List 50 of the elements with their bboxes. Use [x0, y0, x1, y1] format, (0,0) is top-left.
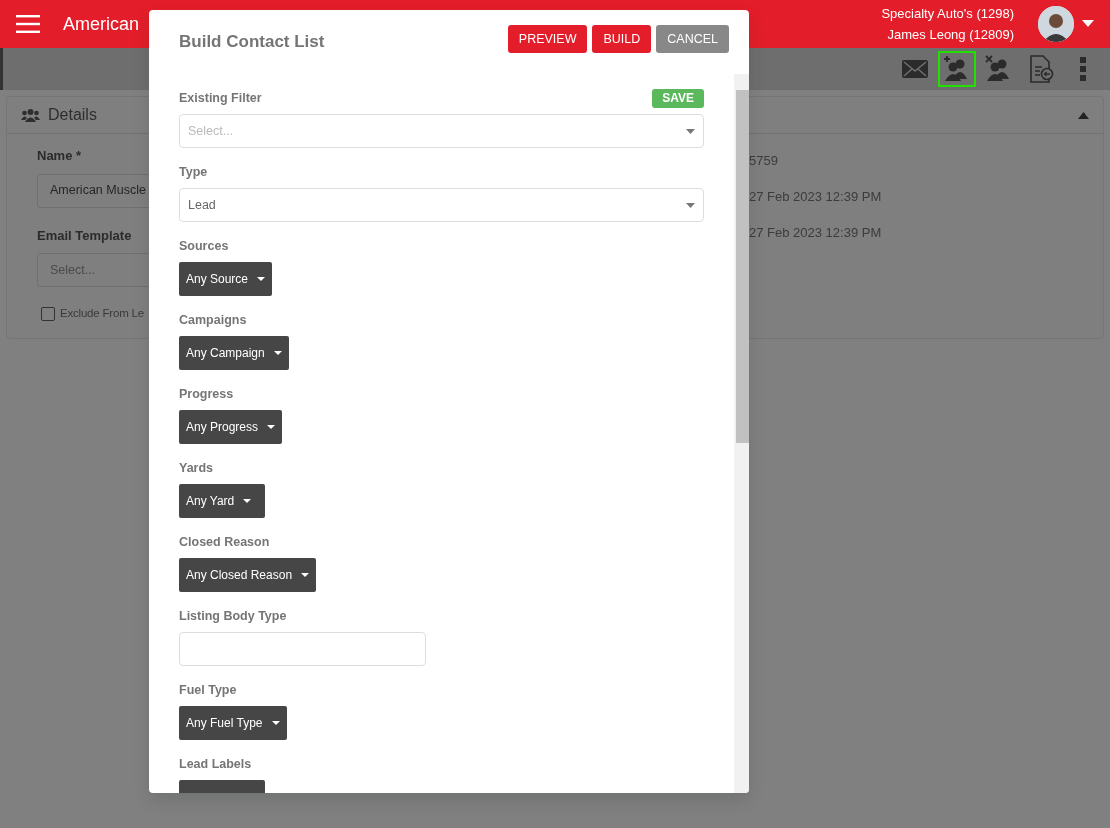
filter-label: Closed Reason [179, 533, 270, 551]
field-label: Name * [37, 147, 83, 165]
filter-label: Progress [179, 385, 234, 403]
checkbox-label: Exclude From Le [60, 306, 144, 321]
filter-label: Existing Filter [179, 89, 262, 107]
app-title: American [63, 12, 140, 36]
input-field[interactable] [179, 632, 426, 666]
more-icon [1080, 57, 1086, 81]
caret-icon[interactable] [1082, 20, 1094, 28]
document-icon [1027, 55, 1055, 83]
add-contact-button[interactable] [938, 51, 976, 87]
dropdown-button[interactable]: Any Progress [179, 410, 283, 444]
caret-icon [271, 721, 280, 725]
modal-title: Build Contact List [179, 31, 325, 53]
caret-icon [267, 425, 276, 429]
dropdown-button[interactable]: Any Fuel Type [179, 706, 287, 740]
field-value: 5759 [749, 152, 779, 170]
caret-icon [257, 277, 266, 281]
dropdown-button[interactable]: Any Closed Reason [179, 558, 317, 592]
caret-icon [243, 499, 252, 503]
filter-label: Campaigns [179, 311, 247, 329]
caret-icon [686, 128, 695, 134]
dropdown-button[interactable]: Any Source [179, 262, 273, 296]
checkbox[interactable] [41, 306, 55, 321]
field-value: 27 Feb 2023 12:39 PM [749, 188, 882, 206]
filter-label: Type [179, 163, 208, 181]
field-label: Email Template [37, 226, 133, 245]
dropdown-button[interactable]: Any Yard [179, 484, 265, 518]
people-icon [21, 108, 40, 122]
caret-icon [273, 351, 282, 355]
scrollbar[interactable] [734, 74, 749, 793]
caret-icon [686, 202, 695, 208]
filter-label: Fuel Type [179, 681, 237, 699]
account-line: James Leong (12809) [886, 26, 1014, 44]
field-value: 27 Feb 2023 12:39 PM [749, 224, 882, 242]
avatar[interactable] [1038, 6, 1074, 42]
filter-label: Yards [179, 459, 214, 477]
caret-icon [301, 573, 310, 577]
select-field[interactable]: Lead [179, 188, 704, 222]
card-title: Details [48, 105, 97, 125]
collapse-icon[interactable] [1078, 111, 1089, 119]
filter-label: Sources [179, 237, 229, 255]
dropdown-button[interactable]: Any Campaign [179, 336, 289, 370]
modal-button[interactable]: CANCEL [656, 25, 729, 53]
menu-icon[interactable] [16, 15, 40, 33]
modal-button[interactable]: PREVIEW [507, 25, 588, 53]
filter-label: Lead Labels [179, 755, 252, 773]
account-line: Specialty Auto's (1298) [881, 5, 1014, 23]
filter-label: Listing Body Type [179, 607, 287, 625]
modal-button[interactable]: BUILD [592, 25, 652, 53]
